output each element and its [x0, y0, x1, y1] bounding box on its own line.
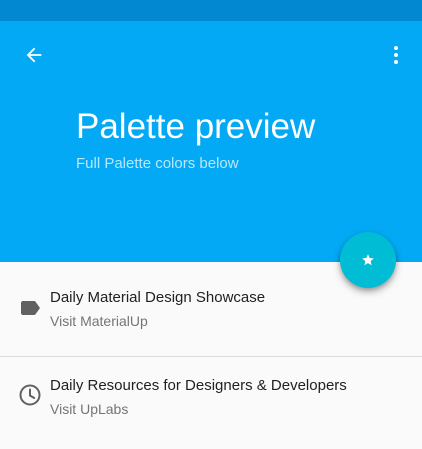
- list-item-subtitle: Visit MaterialUp: [50, 313, 148, 329]
- list-item-subtitle: Visit UpLabs: [50, 401, 129, 417]
- star-icon: [362, 254, 374, 266]
- back-button[interactable]: [14, 41, 54, 69]
- page-title: Palette preview: [76, 107, 316, 146]
- status-bar: [0, 0, 422, 21]
- page-subtitle: Full Palette colors below: [76, 155, 239, 172]
- app-header: Palette preview Full Palette colors belo…: [0, 21, 422, 262]
- arrow-back-icon: [26, 47, 42, 63]
- label-icon: [18, 296, 42, 320]
- list-item-uplabs[interactable]: Daily Resources for Designers & Develope…: [0, 357, 422, 449]
- more-options-button[interactable]: [382, 41, 410, 69]
- list-item-title: Daily Material Design Showcase: [50, 289, 266, 306]
- favorite-fab-button[interactable]: [340, 232, 396, 288]
- more-vert-icon: [394, 46, 398, 64]
- list-item-title: Daily Resources for Designers & Develope…: [50, 377, 347, 394]
- clock-icon: [18, 383, 42, 407]
- content-list: Daily Material Design Showcase Visit Mat…: [0, 262, 422, 449]
